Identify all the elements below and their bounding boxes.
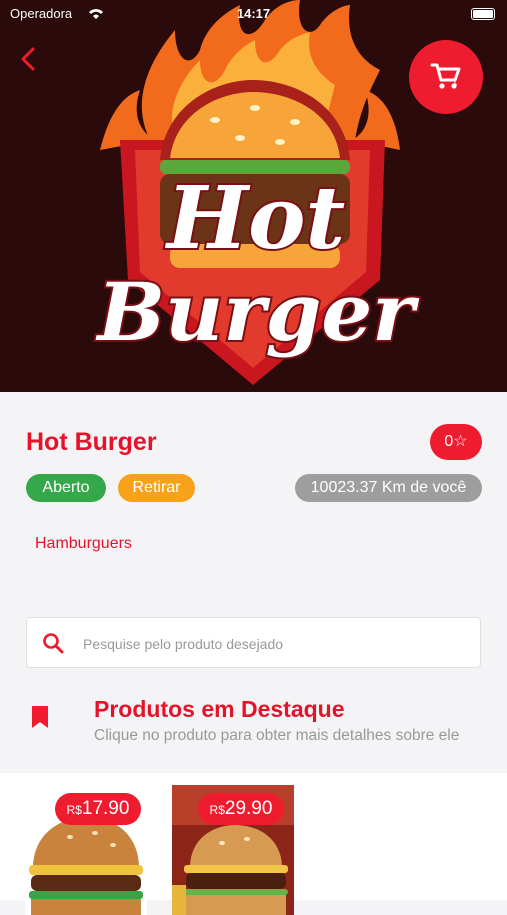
featured-products-list: R$17.90 R$29.90 [0, 773, 507, 915]
product-price-badge: R$17.90 [55, 793, 141, 825]
search-input[interactable] [81, 632, 465, 656]
category-link[interactable]: Hamburguers [35, 535, 132, 553]
logo-line-2: Burger [96, 265, 420, 359]
chevron-left-icon [21, 47, 35, 71]
search-icon [43, 633, 64, 654]
bookmark-icon [32, 706, 48, 728]
product-price-badge: R$29.90 [198, 793, 284, 825]
battery-icon [471, 8, 495, 20]
store-info-panel: Hot Burger 0☆ Aberto Retirar 10023.37 Km… [0, 392, 507, 773]
cart-button[interactable]: 1 [409, 40, 483, 114]
status-time: 14:17 [236, 6, 271, 21]
status-bar: Operadora 14:17 [0, 4, 507, 24]
store-hero-banner: Hot Burger Operadora 14:17 1 [0, 0, 507, 392]
store-name: Hot Burger [26, 428, 157, 456]
delivery-mode-badge: Retirar [118, 474, 195, 502]
price-currency: R$ [209, 803, 225, 817]
cart-icon [430, 63, 461, 89]
distance-badge: 10023.37 Km de você [295, 474, 482, 502]
product-card[interactable]: R$29.90 [172, 785, 294, 915]
rating-badge[interactable]: 0☆ [430, 424, 482, 460]
featured-subtitle: Clique no produto para obter mais detalh… [94, 727, 460, 744]
search-box[interactable] [26, 617, 481, 668]
product-card[interactable]: R$17.90 [25, 785, 147, 915]
logo-line-1: Hot [164, 168, 345, 269]
cart-count: 1 [452, 77, 458, 88]
status-badge: Aberto [26, 474, 106, 502]
featured-title: Produtos em Destaque [94, 696, 345, 722]
price-value: 29.90 [224, 798, 273, 819]
back-button[interactable] [14, 44, 44, 74]
price-value: 17.90 [81, 798, 130, 819]
price-currency: R$ [66, 803, 82, 817]
